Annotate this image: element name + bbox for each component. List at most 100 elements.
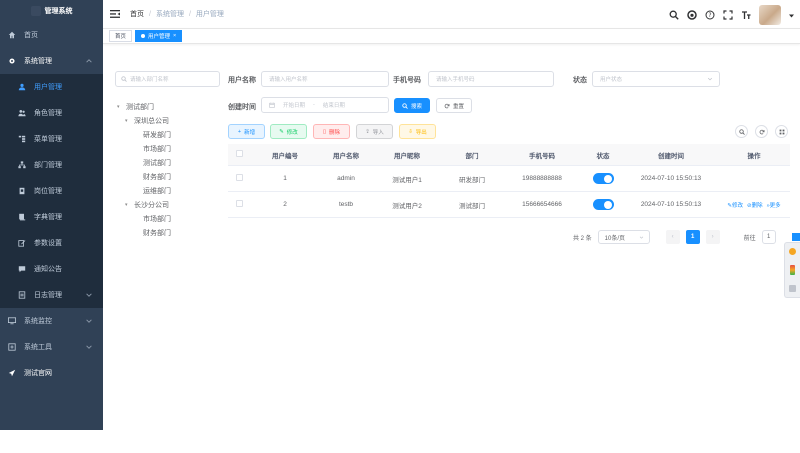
tree-node[interactable]: 市场部门 [117,142,171,156]
search-icon [121,76,127,82]
chevron-up-icon [85,57,93,65]
hamburger-icon[interactable] [110,10,120,18]
dict-icon [18,213,26,221]
active-dot-icon [141,34,146,38]
sidebar-item-depts[interactable]: 部门管理 [0,152,103,178]
tree-node[interactable]: 研发部门 [117,128,171,142]
sidebar-item-dicts[interactable]: 字典管理 [0,204,103,230]
cell-status [582,199,624,210]
tree-node[interactable]: 财务部门 [117,226,171,240]
tree-node[interactable]: 财务部门 [117,170,171,184]
add-button-label: 新增 [244,129,256,136]
sidebar-item-logs[interactable]: 日志管理 [0,282,103,308]
goto-page-input[interactable]: 1 [761,230,776,244]
sidebar-logo[interactable]: 管理系统 [0,0,103,22]
col-dept[interactable]: 部门 [442,150,502,160]
page-size-select[interactable]: 10条/页 [597,230,650,244]
caret-down-icon[interactable]: ▾ [125,202,131,208]
caret-down-icon[interactable]: ▾ [117,104,123,110]
created-date-range[interactable]: 开始日期 - 结束日期 [261,97,389,113]
sidebar-item-menus[interactable]: 菜单管理 [0,126,103,152]
add-button[interactable]: + 新增 [228,124,265,139]
table-row[interactable]: 1 admin 测试用户1 研发部门 19888888888 2024-07-10 15:… [228,166,790,192]
refresh-icon [759,129,764,134]
search-icon[interactable] [669,10,679,20]
reset-button[interactable]: 重置 [436,98,472,113]
breadcrumb-home[interactable]: 首页 [130,9,144,19]
status-switch[interactable] [592,173,614,184]
tree-node[interactable]: ▾ 测试部门 [117,100,171,114]
row-checkbox[interactable] [235,200,243,207]
sidebar-item-roles[interactable]: 角色管理 [0,100,103,126]
font-size-icon[interactable] [741,10,751,20]
sidebar-item-home[interactable]: 首页 [0,22,103,48]
tree-node[interactable]: ▾ 长沙分公司 [117,198,171,212]
sidebar-item-label: 日志管理 [34,292,62,299]
sidebar-item-label: 参数设置 [34,240,62,247]
fullscreen-icon[interactable] [723,10,733,20]
sidebar-item-posts[interactable]: 岗位管理 [0,178,103,204]
edit-button-label: 修改 [286,129,298,136]
status-select[interactable]: 用户状态 [592,71,720,87]
tag-user-management[interactable]: 用户管理 × [135,30,183,42]
caret-down-icon[interactable] [789,13,794,18]
notification-icon[interactable] [789,248,796,255]
export-button[interactable]: ⇩ 导出 [399,124,436,139]
delete-link[interactable]: ⊘删除 [747,201,763,209]
tree-node[interactable]: 运维部门 [117,184,171,198]
edit-button[interactable]: ✎ 修改 [270,124,307,139]
sidebar-item-system[interactable]: 系统管理 [0,48,103,74]
signal-icon[interactable] [790,265,795,275]
tree-node[interactable]: 市场部门 [117,212,171,226]
settings-icon[interactable] [789,285,796,292]
col-phone[interactable]: 手机号码 [502,150,582,160]
github-icon[interactable] [687,10,697,20]
search-button[interactable]: 搜索 [394,98,430,113]
caret-down-icon[interactable]: ▾ [125,118,131,124]
username-input[interactable]: 请输入用户名称 [261,71,389,87]
page-number[interactable]: 1 [685,230,700,244]
col-created[interactable]: 创建时间 [624,150,718,160]
sidebar-item-tools[interactable]: 系统工具 [0,334,103,360]
refresh-button[interactable] [755,125,768,138]
tree-node[interactable]: 测试部门 [117,156,171,170]
avatar[interactable] [759,5,781,25]
next-page-button[interactable]: › [705,230,720,244]
table-row[interactable]: 2 testb 测试用户2 测试部门 15666654666 2024-07-10 15:… [228,192,790,218]
col-status[interactable]: 状态 [582,150,624,160]
row-select-cell [228,200,250,209]
tag-home[interactable]: 首页 [109,30,133,42]
sidebar: 管理系统 首页 系统管理 用户管理 角色管理 菜单管理 部门管理 岗位管理 字典… [0,0,103,430]
columns-button[interactable] [775,125,788,138]
phone-input[interactable]: 请输入手机号码 [428,71,554,87]
scrollbar-thumb[interactable] [792,233,800,241]
tree-node[interactable]: ▾ 深圳总公司 [117,114,171,128]
navbar: 首页 / 系统管理 / 用户管理 ? 首页 用户管理 × [103,0,800,44]
edit-link[interactable]: ✎修改 [727,201,743,209]
sidebar-item-monitor[interactable]: 系统监控 [0,308,103,334]
sidebar-item-config[interactable]: 参数设置 [0,230,103,256]
dept-search-input[interactable]: 请输入部门名称 [115,71,220,87]
delete-button[interactable]: ▯ 删除 [313,124,350,139]
col-nickname[interactable]: 用户昵称 [372,150,442,160]
question-icon[interactable]: ? [705,10,715,20]
select-all-checkbox[interactable] [235,150,243,157]
toggle-search-button[interactable] [735,125,748,138]
import-button[interactable]: ⇪ 导入 [356,124,393,139]
more-link[interactable]: »更多 [767,201,781,209]
status-switch[interactable] [592,199,614,210]
sidebar-item-label: 通知公告 [34,266,62,273]
delete-button-label: 删除 [329,129,341,136]
row-checkbox[interactable] [235,174,243,181]
action-label: 修改 [731,202,743,209]
range-separator: - [313,102,315,108]
sidebar-item-website[interactable]: 测试官网 [0,360,103,386]
download-icon: ⇩ [408,128,413,135]
close-icon[interactable]: × [173,33,176,39]
col-user-id[interactable]: 用户编号 [250,150,320,160]
sidebar-item-notices[interactable]: 通知公告 [0,256,103,282]
col-username[interactable]: 用户名称 [320,150,372,160]
prev-page-button[interactable]: ‹ [665,230,680,244]
chevron-down-icon [85,317,93,325]
sidebar-item-users[interactable]: 用户管理 [0,74,103,100]
